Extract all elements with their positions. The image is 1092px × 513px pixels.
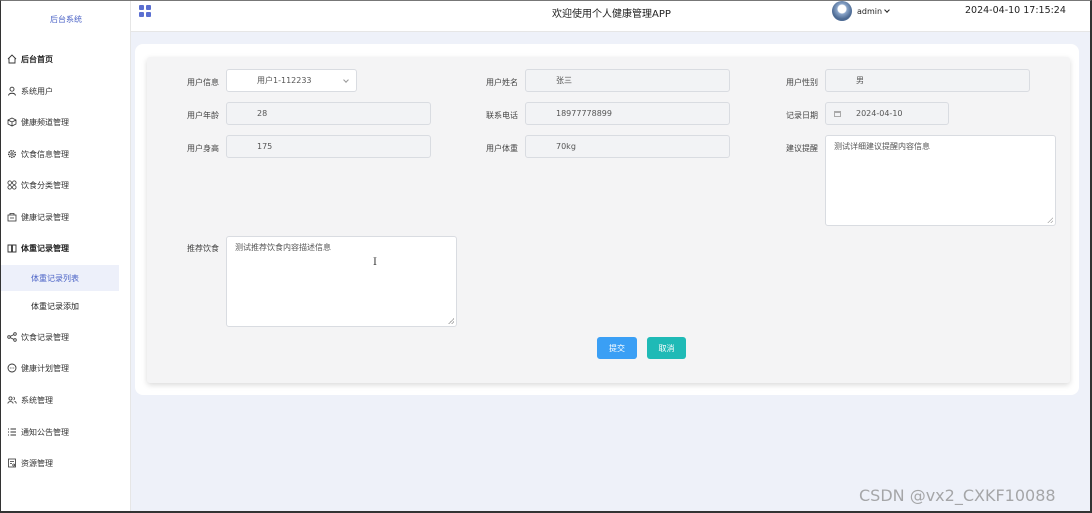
user-info-label: 用户信息 (187, 78, 219, 87)
sidebar-item-label: 后台首页 (21, 54, 53, 64)
sidebar-item-system-users[interactable]: 系统用户 (1, 77, 130, 105)
sidebar: 后台系统 后台首页 系统用户 健康频道管理 饮食信息管理 饮食分类管理 健康记录… (1, 0, 131, 512)
height-label: 用户身高 (187, 144, 219, 153)
sidebar-subitem-weight-list[interactable]: 体重记录列表 (1, 265, 119, 291)
user-name-label: 用户姓名 (486, 78, 518, 87)
sidebar-item-label: 体重记录管理 (21, 243, 69, 253)
phone-label: 联系电话 (486, 111, 518, 120)
menu-grid-icon[interactable] (139, 5, 151, 17)
sidebar-item-label: 饮食信息管理 (21, 149, 69, 159)
cube-icon (7, 117, 17, 127)
sidebar-subitem-label: 体重记录添加 (31, 301, 79, 311)
phone-value: 18977778899 (556, 109, 612, 118)
chat-icon (7, 363, 17, 373)
username: admin (857, 7, 883, 16)
weight-label: 用户体重 (486, 144, 518, 153)
share-icon (7, 332, 17, 342)
age-label: 用户年龄 (187, 111, 219, 120)
diet-value: 测试推荐饮食内容描述信息 (235, 243, 331, 252)
home-icon (7, 54, 17, 64)
sidebar-item-label: 健康记录管理 (21, 212, 69, 222)
sidebar-item-label: 通知公告管理 (21, 427, 69, 437)
record-date-value: 2024-04-10 (856, 109, 903, 118)
calendar-icon (834, 111, 841, 117)
user-name-field[interactable]: 张三 (525, 69, 730, 92)
grid-icon (7, 180, 17, 190)
sidebar-item-system-management[interactable]: 系统管理 (1, 386, 130, 414)
sidebar-item-health-plan[interactable]: 健康计划管理 (1, 354, 130, 382)
sidebar-item-diet-category[interactable]: 饮食分类管理 (1, 171, 130, 199)
weight-field[interactable]: 70kg (525, 135, 730, 158)
book-icon (7, 243, 17, 253)
box-icon (7, 212, 17, 222)
page-title: 欢迎使用个人健康管理APP (552, 9, 671, 20)
gender-label: 用户性别 (786, 78, 818, 87)
sidebar-item-notice[interactable]: 通知公告管理 (1, 418, 130, 446)
sidebar-item-diet-info[interactable]: 饮食信息管理 (1, 140, 130, 168)
submit-button[interactable]: 提交 (597, 337, 637, 359)
sidebar-item-health-channel[interactable]: 健康频道管理 (1, 108, 130, 136)
user-info-value: 用户1-112233 (257, 76, 312, 85)
sidebar-item-weight-record[interactable]: 体重记录管理 (1, 234, 130, 262)
text-cursor-icon: I (373, 257, 377, 268)
user-icon (7, 86, 17, 96)
chevron-down-icon (343, 76, 349, 83)
sidebar-item-diet-record[interactable]: 饮食记录管理 (1, 323, 130, 351)
sidebar-item-label: 系统管理 (21, 395, 53, 405)
diet-textarea[interactable]: 测试推荐饮食内容描述信息 (226, 236, 457, 327)
record-date-picker[interactable]: 2024-04-10 (825, 102, 949, 125)
resize-handle-icon[interactable] (448, 318, 454, 324)
advice-value: 测试详细建议提醒内容信息 (834, 142, 930, 151)
top-header: 欢迎使用个人健康管理APP admin 2024-04-10 17:15:24 (131, 0, 1092, 32)
datetime: 2024-04-10 17:15:24 (965, 5, 1066, 16)
watermark: CSDN @vx2_CXKF10088 (859, 486, 1056, 505)
weight-value: 70kg (556, 142, 576, 151)
phone-field[interactable]: 18977778899 (525, 102, 730, 125)
gear-icon (7, 149, 17, 159)
list-icon (7, 427, 17, 437)
doc-icon (7, 458, 17, 468)
sidebar-item-label: 健康计划管理 (21, 363, 69, 373)
sidebar-item-resources[interactable]: 资源管理 (1, 449, 130, 477)
sidebar-item-label: 饮食分类管理 (21, 180, 69, 190)
cancel-button[interactable]: 取消 (647, 337, 686, 359)
sidebar-item-label: 资源管理 (21, 458, 53, 468)
users-icon (7, 395, 17, 405)
sidebar-item-health-record[interactable]: 健康记录管理 (1, 203, 130, 231)
gender-value: 男 (856, 76, 864, 85)
gender-field[interactable]: 男 (825, 69, 1030, 92)
sidebar-item-label: 健康频道管理 (21, 117, 69, 127)
resize-handle-icon[interactable] (1047, 217, 1053, 223)
advice-textarea[interactable]: 测试详细建议提醒内容信息 (825, 135, 1056, 226)
advice-label: 建议提醒 (786, 144, 818, 153)
user-name-value: 张三 (556, 76, 572, 85)
chevron-down-icon (884, 7, 890, 13)
age-field[interactable]: 28 (226, 102, 431, 125)
sidebar-item-label: 系统用户 (21, 86, 53, 96)
avatar[interactable] (832, 1, 852, 21)
height-field[interactable]: 175 (226, 135, 431, 158)
sidebar-subitem-weight-add[interactable]: 体重记录添加 (1, 293, 119, 319)
user-menu[interactable]: admin (857, 7, 890, 16)
age-value: 28 (257, 109, 268, 118)
user-info-select[interactable]: 用户1-112233 (226, 69, 357, 92)
sidebar-item-label: 饮食记录管理 (21, 332, 69, 342)
diet-label: 推荐饮食 (187, 244, 219, 253)
height-value: 175 (257, 142, 273, 151)
sidebar-title: 后台系统 (50, 15, 82, 24)
sidebar-subitem-label: 体重记录列表 (31, 273, 79, 283)
sidebar-item-home[interactable]: 后台首页 (1, 45, 130, 73)
record-date-label: 记录日期 (786, 111, 818, 120)
